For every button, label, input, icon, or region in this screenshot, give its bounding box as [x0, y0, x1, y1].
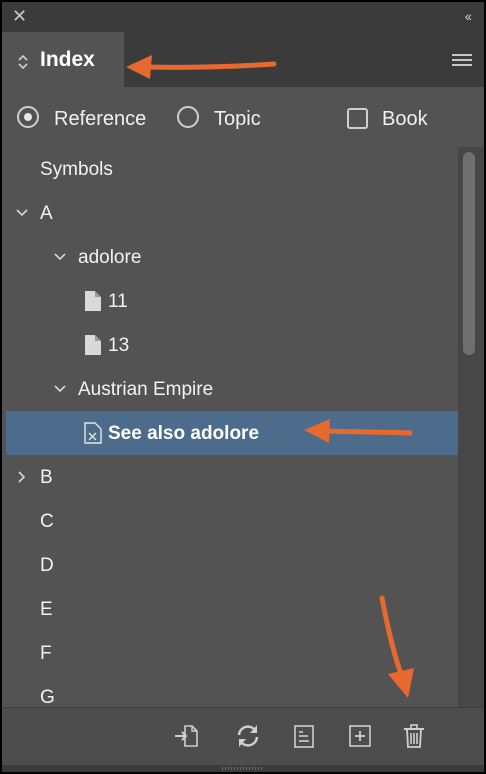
- chevron-down-icon[interactable]: [54, 251, 66, 263]
- new-index-entry-icon[interactable]: [346, 722, 374, 750]
- index-entry-row[interactable]: 13: [6, 323, 458, 367]
- chevron-down-icon[interactable]: [54, 383, 66, 395]
- tab-row: Index: [2, 32, 484, 87]
- index-entry-label: See also adolore: [108, 423, 260, 444]
- index-panel: ✕ ‹‹ Index Reference Topic Book Symbols A…: [2, 2, 484, 772]
- index-entry-row[interactable]: E: [6, 587, 458, 631]
- index-entry-row[interactable]: adolore: [6, 235, 458, 279]
- scrollbar-thumb[interactable]: [463, 152, 475, 355]
- tab-label: Index: [40, 48, 95, 71]
- chevron-right-icon[interactable]: [16, 471, 28, 483]
- index-entry-row[interactable]: Austrian Empire: [6, 367, 458, 411]
- chevron-down-icon[interactable]: [16, 207, 28, 219]
- index-entry-label: Austrian Empire: [78, 379, 214, 400]
- delete-entry-icon[interactable]: [400, 722, 428, 750]
- index-entry-row[interactable]: Symbols: [6, 147, 458, 191]
- up-down-chevron-icon: [18, 54, 28, 70]
- reference-radio[interactable]: [17, 106, 39, 128]
- resize-handle[interactable]: [2, 765, 484, 772]
- index-entry-label: C: [40, 511, 54, 532]
- index-entry-label: F: [40, 643, 52, 664]
- collapse-icon[interactable]: ‹‹: [465, 9, 472, 23]
- index-entry-row-selected[interactable]: See also adolore: [6, 411, 458, 455]
- update-preview-icon[interactable]: [234, 722, 262, 750]
- generate-index-icon[interactable]: [290, 722, 318, 750]
- topic-radio[interactable]: [177, 106, 199, 128]
- index-entry-row[interactable]: F: [6, 631, 458, 675]
- cross-reference-icon: [84, 422, 102, 444]
- panel-menu-icon[interactable]: [452, 54, 472, 68]
- index-entry-row[interactable]: 11: [6, 279, 458, 323]
- panel-toolbar: [2, 707, 484, 766]
- book-label: Book: [382, 108, 428, 130]
- page-icon: [85, 291, 101, 311]
- book-checkbox[interactable]: [347, 108, 368, 129]
- reference-label: Reference: [54, 108, 147, 130]
- index-entry-list: Symbols Aadolore 11 13 Austrian Empire See al…: [6, 147, 458, 707]
- index-entry-label: 11: [108, 291, 128, 312]
- index-entry-row[interactable]: B: [6, 455, 458, 499]
- index-mode-options: Reference Topic Book: [2, 87, 484, 147]
- index-entry-row[interactable]: A: [6, 191, 458, 235]
- index-entry-label: D: [40, 555, 54, 576]
- index-entry-label: adolore: [78, 247, 142, 268]
- page-icon: [85, 335, 101, 355]
- topic-label: Topic: [214, 108, 261, 130]
- index-entry-row[interactable]: G: [6, 675, 458, 707]
- index-entry-label: A: [40, 203, 53, 224]
- index-entry-label: E: [40, 599, 53, 620]
- panel-title-bar: ✕ ‹‹: [2, 2, 484, 32]
- index-entry-label: 13: [108, 335, 130, 356]
- index-entry-label: G: [40, 687, 55, 707]
- go-to-selected-marker-icon[interactable]: [172, 722, 200, 750]
- index-entry-row[interactable]: D: [6, 543, 458, 587]
- index-entry-label: Symbols: [40, 159, 113, 180]
- close-icon[interactable]: ✕: [12, 7, 27, 25]
- index-entry-row[interactable]: C: [6, 499, 458, 543]
- tab-index[interactable]: Index: [2, 32, 124, 87]
- index-entry-label: B: [40, 467, 53, 488]
- scrollbar[interactable]: [458, 147, 484, 707]
